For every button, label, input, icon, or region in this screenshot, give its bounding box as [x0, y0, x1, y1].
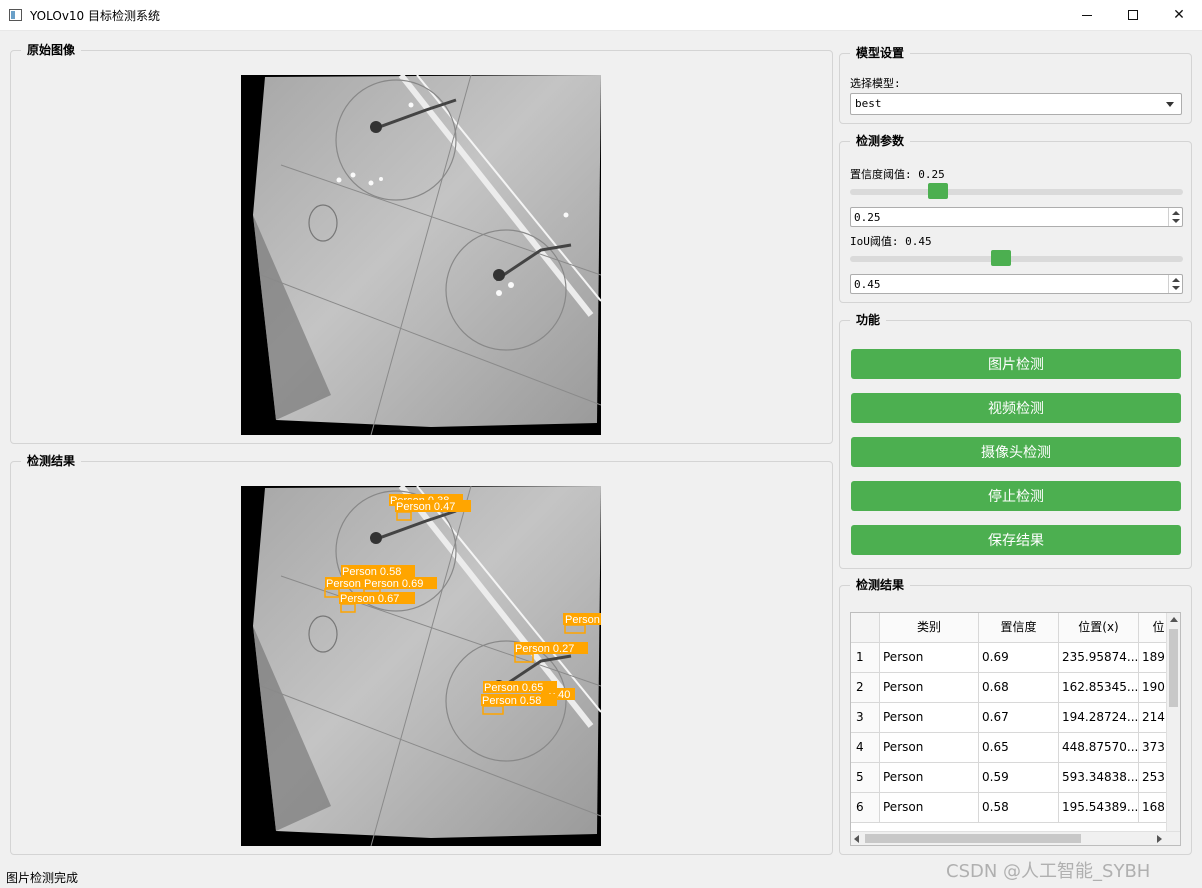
spin-down-icon[interactable] — [1172, 286, 1180, 290]
original-image — [241, 75, 601, 435]
cell-confidence[interactable]: 0.69 — [979, 643, 1059, 673]
confidence-spinbox-buttons[interactable] — [1168, 208, 1182, 226]
model-select[interactable]: best — [850, 93, 1182, 115]
iou-slider-handle[interactable] — [990, 250, 1011, 266]
result-image: Person 0.38 Person 0.47 Person 0.58 Pers… — [241, 486, 601, 846]
table-header-pos-x[interactable]: 位置(x) — [1059, 613, 1139, 643]
cell-confidence[interactable]: 0.65 — [979, 733, 1059, 763]
confidence-slider-handle[interactable] — [928, 183, 949, 199]
scroll-right-icon[interactable] — [1157, 835, 1162, 843]
cell-pos-x[interactable]: 194.28724... — [1059, 703, 1139, 733]
detection-label: Person 0.47 — [396, 501, 455, 513]
functions-panel: 功能 图片检测 视频检测 摄像头检测 停止检测 保存结果 — [839, 312, 1192, 569]
results-table[interactable]: 类别 置信度 位置(x) 位 1 Person 0.69 235.95874... 18… — [850, 612, 1181, 846]
save-result-button[interactable]: 保存结果 — [851, 525, 1181, 555]
video-detect-button[interactable]: 视频检测 — [851, 393, 1181, 423]
table-horizontal-scroll-thumb[interactable] — [865, 834, 1081, 843]
cell-class[interactable]: Person — [880, 763, 979, 793]
confidence-spinbox-value: 0.25 — [854, 211, 881, 224]
model-settings-title: 模型设置 — [850, 45, 911, 61]
detection-label: Person 0.67 — [340, 593, 399, 605]
minimize-button[interactable] — [1064, 0, 1110, 30]
cell-pos-x[interactable]: 448.87570... — [1059, 733, 1139, 763]
table-vertical-scroll-thumb[interactable] — [1169, 629, 1178, 707]
detection-result-title: 检测结果 — [21, 453, 82, 469]
model-select-value: best — [855, 97, 882, 110]
detect-params-title: 检测参数 — [850, 133, 911, 149]
detection-label: Person 0.69 — [364, 578, 423, 590]
iou-spinbox[interactable]: 0.45 — [850, 274, 1183, 294]
model-settings-panel: 模型设置 选择模型: best — [839, 45, 1192, 124]
cell-confidence[interactable]: 0.59 — [979, 763, 1059, 793]
table-header-confidence[interactable]: 置信度 — [979, 613, 1059, 643]
iou-slider-track — [850, 256, 1183, 262]
status-text: 图片检测完成 — [6, 871, 79, 885]
detection-label: Person 0.58 — [482, 695, 541, 707]
original-image-panel: 原始图像 — [10, 42, 833, 444]
app-icon — [9, 9, 22, 21]
confidence-slider[interactable] — [850, 183, 1183, 201]
close-button[interactable]: ✕ — [1156, 0, 1202, 30]
spin-up-icon[interactable] — [1172, 211, 1180, 215]
image-detect-button[interactable]: 图片检测 — [851, 349, 1181, 379]
cell-class[interactable]: Person — [880, 733, 979, 763]
detection-label: Person 0.27 — [515, 643, 574, 655]
row-header[interactable]: 4 — [851, 733, 880, 763]
row-header[interactable]: 2 — [851, 673, 880, 703]
row-header[interactable]: 6 — [851, 793, 880, 823]
title-bar: YOLOv10 目标检测系统 ✕ — [0, 0, 1202, 31]
row-header[interactable]: 5 — [851, 763, 880, 793]
detection-label: Person 0.65 — [484, 682, 543, 694]
stop-detect-button[interactable]: 停止检测 — [851, 481, 1181, 511]
cell-pos-x[interactable]: 593.34838... — [1059, 763, 1139, 793]
results-table-title: 检测结果 — [850, 577, 911, 593]
original-image-canvas — [253, 75, 601, 435]
cell-confidence[interactable]: 0.58 — [979, 793, 1059, 823]
cell-class[interactable]: Person — [880, 703, 979, 733]
detection-label: Person 0.58 — [342, 566, 401, 578]
iou-spinbox-value: 0.45 — [854, 278, 881, 291]
table-header-class[interactable]: 类别 — [880, 613, 979, 643]
maximize-icon — [1128, 10, 1138, 20]
iou-label: IoU阈值: 0.45 — [850, 235, 932, 248]
cell-class[interactable]: Person — [880, 673, 979, 703]
chevron-down-icon — [1166, 102, 1174, 107]
cell-pos-x[interactable]: 235.95874... — [1059, 643, 1139, 673]
detection-result-panel: 检测结果 Person 0.47 Person 0.58 Person Pers… — [10, 453, 833, 855]
detection-label: Person — [565, 614, 600, 626]
select-model-label: 选择模型: — [850, 77, 901, 90]
original-image-title: 原始图像 — [21, 42, 82, 58]
confidence-spinbox[interactable]: 0.25 — [850, 207, 1183, 227]
confidence-slider-track — [850, 189, 1183, 195]
spin-down-icon[interactable] — [1172, 219, 1180, 223]
table-vertical-scrollbar[interactable] — [1166, 613, 1180, 833]
iou-slider[interactable] — [850, 250, 1183, 268]
detect-params-panel: 检测参数 置信度阈值: 0.25 0.25 IoU阈值: 0.45 0.45 — [839, 133, 1192, 303]
scroll-left-icon[interactable] — [854, 835, 859, 843]
camera-detect-button[interactable]: 摄像头检测 — [851, 437, 1181, 467]
spin-up-icon[interactable] — [1172, 278, 1180, 282]
results-table-panel: 检测结果 类别 置信度 位置(x) 位 1 Person 0.69 235.95874… — [839, 577, 1192, 855]
confidence-label: 置信度阈值: 0.25 — [850, 168, 945, 181]
detection-label: Person — [326, 578, 361, 590]
cell-class[interactable]: Person — [880, 793, 979, 823]
scroll-up-icon[interactable] — [1170, 617, 1178, 622]
row-header[interactable]: 1 — [851, 643, 880, 673]
cell-pos-x[interactable]: 195.54389... — [1059, 793, 1139, 823]
row-header[interactable]: 3 — [851, 703, 880, 733]
iou-spinbox-buttons[interactable] — [1168, 275, 1182, 293]
cell-class[interactable]: Person — [880, 643, 979, 673]
close-icon: ✕ — [1173, 7, 1185, 23]
functions-title: 功能 — [850, 312, 887, 328]
maximize-button[interactable] — [1110, 0, 1156, 30]
result-image-canvas: Person 0.38 Person 0.47 Person 0.58 Pers… — [253, 486, 601, 846]
watermark: CSDN @人工智能_SYBH — [946, 861, 1151, 882]
cell-confidence[interactable]: 0.67 — [979, 703, 1059, 733]
table-horizontal-scrollbar[interactable] — [851, 831, 1180, 845]
cell-confidence[interactable]: 0.68 — [979, 673, 1059, 703]
table-corner[interactable] — [851, 613, 880, 643]
cell-pos-x[interactable]: 162.85345... — [1059, 673, 1139, 703]
window-title: YOLOv10 目标检测系统 — [30, 9, 161, 23]
minimize-icon — [1082, 14, 1092, 16]
